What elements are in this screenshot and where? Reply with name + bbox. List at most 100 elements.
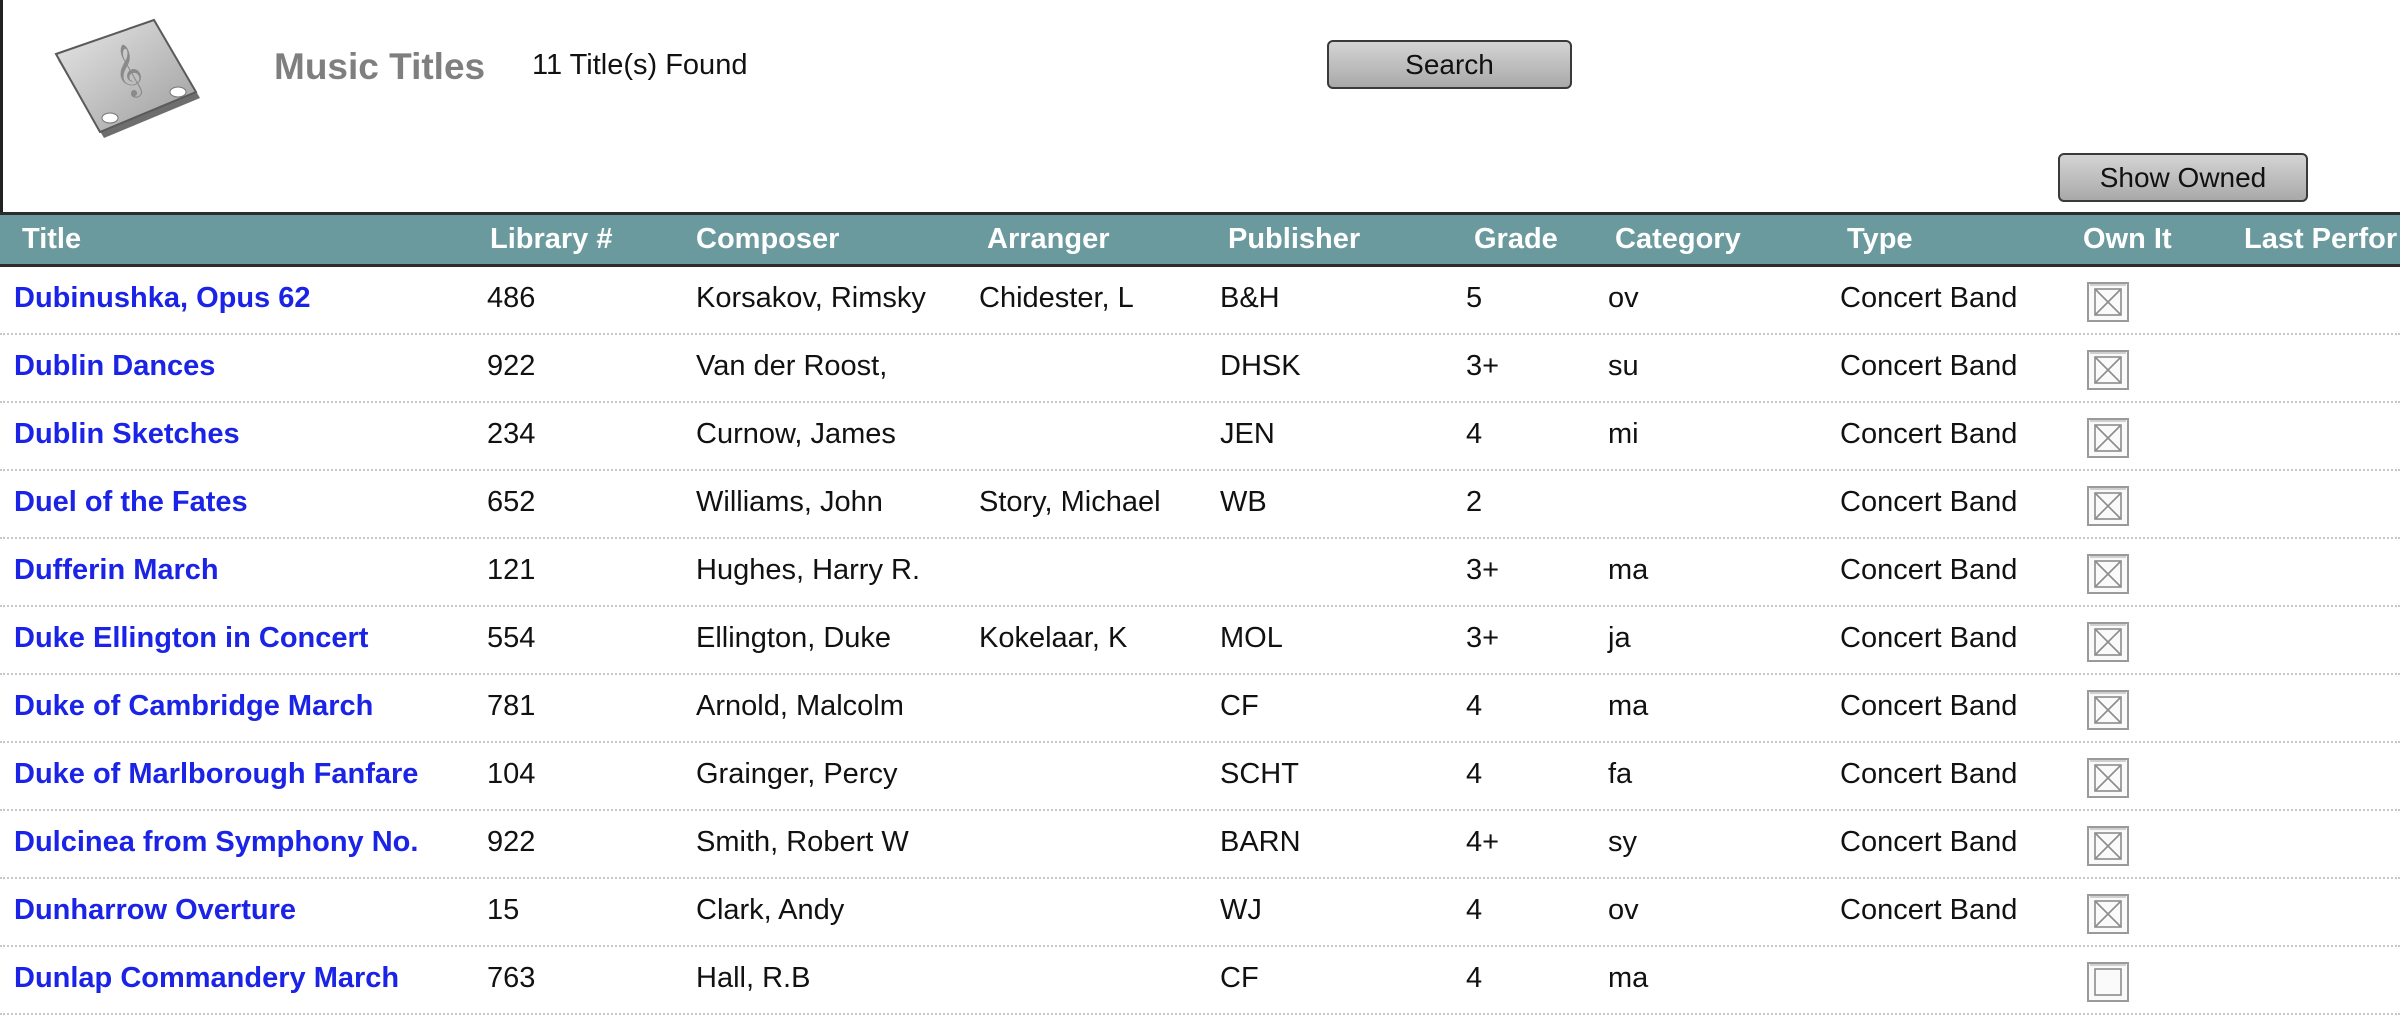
category-cell: ma bbox=[1608, 554, 1649, 586]
own-it-checkbox-checked[interactable] bbox=[2086, 757, 2130, 799]
title-link[interactable]: Duke of Marlborough Fanfare bbox=[14, 743, 418, 809]
search-button[interactable]: Search bbox=[1327, 40, 1572, 89]
category-cell: su bbox=[1608, 350, 1639, 382]
grade-cell: 3+ bbox=[1466, 554, 1500, 586]
table-row: Dufferin March 121 Hughes, Harry R. 3+ ma Con… bbox=[0, 539, 2400, 607]
type-cell: Concert Band bbox=[1840, 894, 2018, 926]
category-cell: mi bbox=[1608, 418, 1639, 450]
category-cell: fa bbox=[1608, 758, 1633, 790]
table-row: Duke of Cambridge March 781 Arnold, Malcol… bbox=[0, 675, 2400, 743]
show-owned-button[interactable]: Show Owned bbox=[2058, 153, 2308, 202]
library-number: 104 bbox=[487, 758, 536, 790]
column-header-last-performed[interactable]: Last Perfor bbox=[2244, 215, 2397, 264]
column-header-title[interactable]: Title bbox=[22, 215, 81, 264]
own-it-checkbox-checked[interactable] bbox=[2086, 689, 2130, 731]
grade-cell: 3+ bbox=[1466, 622, 1500, 654]
grade-cell: 2 bbox=[1466, 486, 1483, 518]
own-it-checkbox-checked[interactable] bbox=[2086, 621, 2130, 663]
composer-cell: Grainger, Percy bbox=[696, 758, 898, 790]
library-number: 554 bbox=[487, 622, 536, 654]
column-header-library[interactable]: Library # bbox=[490, 215, 613, 264]
type-cell: Concert Band bbox=[1840, 350, 2018, 382]
library-number: 781 bbox=[487, 690, 536, 722]
left-border bbox=[0, 0, 3, 212]
publisher-cell: WB bbox=[1220, 486, 1267, 518]
table-row: Dunharrow Overture 15 Clark, Andy WJ 4 ov Conc… bbox=[0, 879, 2400, 947]
composer-cell: Ellington, Duke bbox=[696, 622, 892, 654]
publisher-cell: BARN bbox=[1220, 826, 1301, 858]
column-header-grade[interactable]: Grade bbox=[1474, 215, 1558, 264]
grade-cell: 4 bbox=[1466, 894, 1483, 926]
library-number: 234 bbox=[487, 418, 536, 450]
title-link[interactable]: Dublin Dances bbox=[14, 335, 215, 401]
category-cell: sy bbox=[1608, 826, 1637, 858]
composer-cell: Korsakov, Rimsky bbox=[696, 282, 926, 314]
column-header-composer[interactable]: Composer bbox=[696, 215, 839, 264]
type-cell: Concert Band bbox=[1840, 554, 2018, 586]
own-it-checkbox-checked[interactable] bbox=[2086, 417, 2130, 459]
library-number: 15 bbox=[487, 894, 520, 926]
grade-cell: 4 bbox=[1466, 690, 1483, 722]
page-title: Music Titles bbox=[274, 46, 486, 87]
grade-cell: 3+ bbox=[1466, 350, 1500, 382]
title-link[interactable]: Duel of the Fates bbox=[14, 471, 248, 537]
own-it-checkbox-checked[interactable] bbox=[2086, 825, 2130, 867]
title-link[interactable]: Dublin Sketches bbox=[14, 403, 240, 469]
type-cell: Concert Band bbox=[1840, 690, 2018, 722]
table-row: Dublin Dances 922 Van der Roost, DHSK 3+ su Co… bbox=[0, 335, 2400, 403]
composer-cell: Clark, Andy bbox=[696, 894, 845, 926]
type-cell: Concert Band bbox=[1840, 826, 2018, 858]
title-link[interactable]: Dunlap Commandery March bbox=[14, 947, 399, 1013]
title-link[interactable]: Dunharrow Overture bbox=[14, 879, 296, 945]
library-number: 486 bbox=[487, 282, 536, 314]
composer-cell: Williams, John bbox=[696, 486, 883, 518]
table-row: Dunlap Commandery March 763 Hall, R.B CF 4 ma bbox=[0, 947, 2400, 1015]
titles-table: Title Library # Composer Arranger Publis… bbox=[0, 212, 2400, 1015]
own-it-checkbox-checked[interactable] bbox=[2086, 349, 2130, 391]
publisher-cell: CF bbox=[1220, 962, 1259, 994]
publisher-cell: CF bbox=[1220, 690, 1259, 722]
grade-cell: 5 bbox=[1466, 282, 1483, 314]
publisher-cell: MOL bbox=[1220, 622, 1283, 654]
library-number: 763 bbox=[487, 962, 536, 994]
title-link[interactable]: Duke Ellington in Concert bbox=[14, 607, 368, 673]
table-row: Dulcinea from Symphony No. 922 Smith, Robe… bbox=[0, 811, 2400, 879]
title-link[interactable]: Dufferin March bbox=[14, 539, 219, 605]
column-header-publisher[interactable]: Publisher bbox=[1228, 215, 1360, 264]
composer-cell: Arnold, Malcolm bbox=[696, 690, 904, 722]
own-it-checkbox[interactable] bbox=[2086, 961, 2130, 1003]
title-link[interactable]: Duke of Cambridge March bbox=[14, 675, 373, 741]
table-row: Duke of Marlborough Fanfare 104 Grainger, … bbox=[0, 743, 2400, 811]
publisher-cell: DHSK bbox=[1220, 350, 1301, 382]
library-number: 922 bbox=[487, 826, 536, 858]
table-row: Dublin Sketches 234 Curnow, James JEN 4 mi Con… bbox=[0, 403, 2400, 471]
library-number: 121 bbox=[487, 554, 536, 586]
grade-cell: 4 bbox=[1466, 962, 1483, 994]
library-number: 652 bbox=[487, 486, 536, 518]
own-it-checkbox-checked[interactable] bbox=[2086, 893, 2130, 935]
own-it-checkbox-checked[interactable] bbox=[2086, 485, 2130, 527]
own-it-checkbox-checked[interactable] bbox=[2086, 281, 2130, 323]
type-cell: Concert Band bbox=[1840, 622, 2018, 654]
table-body: Dubinushka, Opus 62 486 Korsakov, Rimsky Ch… bbox=[0, 267, 2400, 1015]
category-cell: ov bbox=[1608, 282, 1639, 314]
library-number: 922 bbox=[487, 350, 536, 382]
arranger-cell: Kokelaar, K bbox=[979, 622, 1128, 654]
column-header-own-it[interactable]: Own It bbox=[2083, 215, 2172, 264]
column-header-category[interactable]: Category bbox=[1615, 215, 1741, 264]
arranger-cell: Chidester, L bbox=[979, 282, 1134, 314]
composer-cell: Hughes, Harry R. bbox=[696, 554, 921, 586]
table-row: Dubinushka, Opus 62 486 Korsakov, Rimsky Ch… bbox=[0, 267, 2400, 335]
column-header-arranger[interactable]: Arranger bbox=[987, 215, 1110, 264]
table-row: Duel of the Fates 652 Williams, John Story,… bbox=[0, 471, 2400, 539]
table-row: Duke Ellington in Concert 554 Ellington, D… bbox=[0, 607, 2400, 675]
column-header-type[interactable]: Type bbox=[1847, 215, 1913, 264]
music-folder-icon: 𝄞 bbox=[48, 18, 208, 148]
publisher-cell: JEN bbox=[1220, 418, 1275, 450]
grade-cell: 4 bbox=[1466, 418, 1483, 450]
type-cell: Concert Band bbox=[1840, 282, 2018, 314]
title-link[interactable]: Dulcinea from Symphony No. bbox=[14, 811, 418, 877]
found-count: 11 Title(s) Found bbox=[532, 49, 748, 81]
own-it-checkbox-checked[interactable] bbox=[2086, 553, 2130, 595]
title-link[interactable]: Dubinushka, Opus 62 bbox=[14, 267, 311, 333]
